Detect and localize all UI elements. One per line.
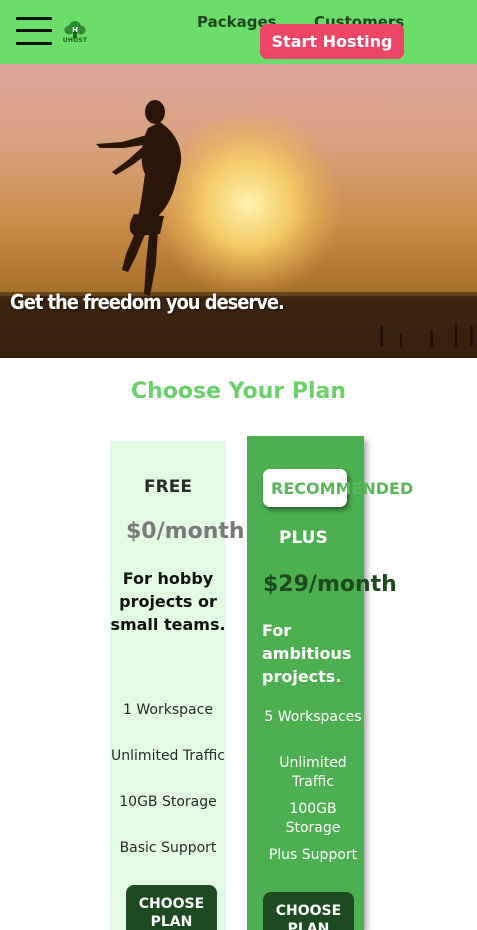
plan-price: $0/month [126, 519, 245, 544]
hero-tagline: Get the freedom you deserve. [10, 290, 285, 314]
plan-feature: 1 Workspace [123, 702, 213, 718]
plan-feature: 100GB Storage [285, 801, 341, 836]
svg-text:H: H [72, 26, 78, 34]
plan-feature: Unlimited Traffic [111, 748, 225, 764]
menu-icon[interactable] [16, 16, 54, 46]
brand-logo-text: UHOST [62, 37, 88, 44]
start-hosting-button[interactable]: Start Hosting [260, 24, 404, 59]
plan-card-free: FREE $0/month For hobby projects or smal… [110, 441, 245, 930]
recommended-badge-label: RECOMMENDED [271, 479, 414, 498]
plan-price: $29/month [263, 572, 397, 597]
menu-icon-bar [16, 29, 52, 32]
plan-feature: Plus Support [268, 847, 358, 863]
menu-icon-bar [16, 42, 52, 45]
plan-feature: Basic Support [119, 840, 217, 856]
plan-name: PLUS [279, 528, 328, 548]
choose-plan-free-button[interactable]: CHOOSE PLAN [126, 885, 217, 930]
plan-feature: 5 Workspaces [264, 709, 362, 725]
plan-card-plus: PLUS $29/month For ambitious projects. 5… [247, 436, 397, 930]
menu-icon-bar [16, 17, 52, 20]
plan-tagline: For ambitious projects. [262, 621, 352, 686]
plan-tagline: For hobby projects or small teams. [110, 569, 226, 634]
top-header: H UHOST Packages Customers Start Hosting [0, 0, 477, 64]
hero-banner: Get the freedom you deserve. [0, 64, 477, 358]
choose-plan-plus-button[interactable]: CHOOSE PLAN [263, 892, 354, 930]
plan-feature: Unlimited Traffic [279, 755, 347, 790]
plans-title: Choose Your Plan [130, 379, 347, 404]
plan-feature: 10GB Storage [119, 794, 217, 810]
plan-name: FREE [144, 477, 192, 497]
